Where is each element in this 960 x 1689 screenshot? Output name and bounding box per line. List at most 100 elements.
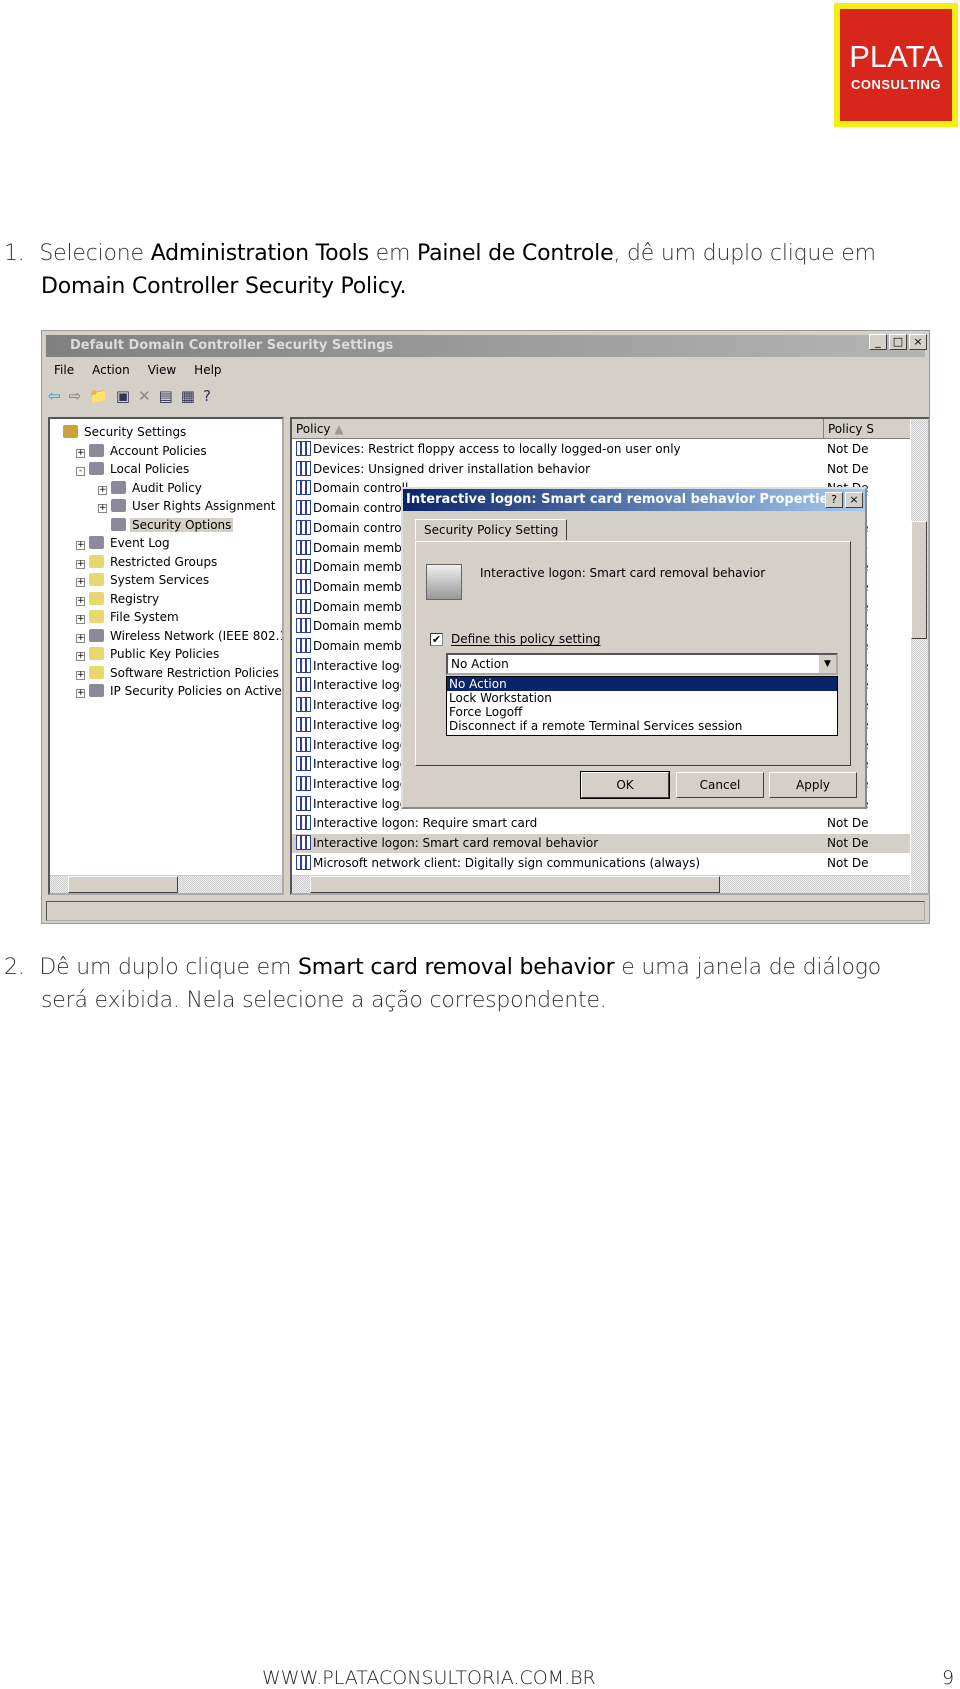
tree-item[interactable]: + Account Policies <box>76 442 209 460</box>
status-bar <box>46 901 925 921</box>
policy-row[interactable]: Devices: Unsigned driver installation be… <box>292 460 910 479</box>
policy-icon <box>296 677 311 693</box>
menu-file[interactable]: File <box>54 363 74 377</box>
policy-icon <box>296 618 311 634</box>
policy-icon <box>296 795 311 811</box>
expand-toggle[interactable]: + <box>76 448 85 458</box>
policy-icon <box>296 460 311 476</box>
cancel-button[interactable]: Cancel <box>676 772 764 798</box>
properties-dialog: Interactive logon: Smart card removal be… <box>401 487 867 809</box>
folder-icon <box>89 591 104 605</box>
help-icon[interactable]: ? <box>203 387 211 405</box>
folder-icon <box>89 610 104 623</box>
expand-toggle[interactable]: + <box>76 578 85 587</box>
policy-icon <box>89 684 104 697</box>
maximize-button[interactable]: □ <box>889 334 907 350</box>
policy-icon <box>296 519 311 535</box>
step-1-text: 1. Selecione Administration Tools em Pai… <box>4 241 876 299</box>
forward-icon[interactable]: ⇨ <box>69 387 82 405</box>
up-folder-icon[interactable]: 📁 <box>89 387 108 405</box>
policy-row[interactable]: Interactive logon: Smart card removal be… <box>292 834 910 853</box>
option-disconnect[interactable]: Disconnect if a remote Terminal Services… <box>447 719 837 733</box>
menu-view[interactable]: View <box>148 363 176 377</box>
tree-item[interactable]: +IP Security Policies on Active Dire <box>76 682 282 700</box>
expand-toggle[interactable]: + <box>76 652 85 661</box>
column-policy-setting[interactable]: Policy S <box>823 419 874 439</box>
policy-icon <box>296 441 311 456</box>
define-policy-label: Define this policy setting <box>451 632 601 646</box>
policy-row[interactable]: Devices: Restrict floppy access to local… <box>292 440 910 459</box>
dialog-close-button[interactable]: × <box>845 492 863 508</box>
menu-action[interactable]: Action <box>92 363 130 377</box>
policy-icon <box>296 559 311 575</box>
expand-toggle[interactable]: + <box>76 559 85 569</box>
tree-item[interactable]: + User Rights Assignment <box>98 497 277 515</box>
folder-icon <box>89 554 104 568</box>
properties-icon[interactable]: ▤ <box>159 387 173 405</box>
option-no-action[interactable]: No Action <box>447 677 837 691</box>
policy-icon <box>296 638 311 653</box>
policy-server-icon <box>426 564 462 600</box>
footer-url: WWW.PLATACONSULTORIA.COM.BR <box>262 1667 596 1689</box>
option-lock-workstation[interactable]: Lock Workstation <box>447 691 837 705</box>
step-2-text: 2. Dê um duplo clique em Smart card remo… <box>4 955 881 1013</box>
tree-item[interactable]: + Public Key Policies <box>76 645 221 663</box>
show-hide-tree-icon[interactable]: ▣ <box>116 387 130 405</box>
action-dropdown[interactable]: No Action ▼ <box>446 653 838 675</box>
list-vertical-scrollbar[interactable] <box>911 419 928 893</box>
policy-icon <box>296 775 311 791</box>
expand-toggle[interactable]: + <box>76 615 85 624</box>
folder-icon <box>89 665 104 679</box>
tree-item[interactable]: - Local Policies <box>76 460 191 478</box>
tree-item[interactable]: + Restricted Groups <box>76 553 219 571</box>
define-policy-checkbox[interactable]: ✔ <box>430 632 443 646</box>
close-button[interactable]: × <box>909 334 927 350</box>
apply-button[interactable]: Apply <box>769 772 857 798</box>
dropdown-arrow-icon[interactable]: ▼ <box>819 655 836 673</box>
policy-icon <box>296 815 311 831</box>
policy-icon <box>296 736 311 752</box>
action-options-list: No Action Lock Workstation Force Logoff … <box>446 676 838 736</box>
delete-icon[interactable]: ✕ <box>138 387 151 405</box>
policy-icon <box>296 480 311 496</box>
policy-icon <box>296 854 311 870</box>
policy-icon <box>296 539 311 555</box>
policy-icon <box>111 480 126 494</box>
tree-item[interactable]: + Registry <box>76 590 161 608</box>
policy-row[interactable]: Microsoft network client: Digitally sign… <box>292 854 910 873</box>
expand-toggle[interactable]: + <box>76 689 85 698</box>
expand-toggle[interactable]: + <box>98 504 107 513</box>
tree-item[interactable]: Security Options <box>98 516 234 534</box>
column-policy[interactable]: Policy <box>292 422 331 436</box>
policy-icon <box>89 628 104 642</box>
tab-security-policy-setting[interactable]: Security Policy Setting <box>415 519 568 540</box>
ok-button[interactable]: OK <box>580 771 670 799</box>
minimize-button[interactable]: _ <box>869 334 887 350</box>
policy-icon <box>89 462 104 475</box>
tree-item[interactable]: +Wireless Network (IEEE 802.11) P <box>76 627 282 645</box>
expand-toggle[interactable]: - <box>76 467 85 476</box>
expand-toggle[interactable]: + <box>76 596 85 606</box>
list-horizontal-scrollbar[interactable] <box>292 875 910 893</box>
tree-item[interactable]: + System Services <box>76 571 211 589</box>
help-button[interactable]: ? <box>825 492 843 508</box>
policy-row[interactable]: Interactive logon: Require smart card Not… <box>292 814 910 833</box>
policy-icon <box>296 835 311 850</box>
policy-icon <box>296 578 311 594</box>
expand-toggle[interactable]: + <box>98 485 107 495</box>
tree-item[interactable]: + Event Log <box>76 534 172 552</box>
back-icon[interactable]: ⇦ <box>48 387 61 405</box>
option-force-logoff[interactable]: Force Logoff <box>447 705 837 719</box>
tree-item[interactable]: + Software Restriction Policies <box>76 664 281 682</box>
tree-item[interactable]: + Audit Policy <box>98 479 204 497</box>
expand-toggle[interactable]: + <box>76 670 85 680</box>
tree-horizontal-scrollbar[interactable] <box>50 875 282 893</box>
plata-consulting-logo: PLATA CONSULTING <box>834 3 958 127</box>
export-list-icon[interactable]: ▦ <box>181 387 195 405</box>
menu-help[interactable]: Help <box>194 363 221 377</box>
expand-toggle[interactable]: + <box>76 633 85 643</box>
tree-item[interactable]: + File System <box>76 608 181 626</box>
expand-toggle[interactable]: + <box>76 541 85 550</box>
policy-icon <box>296 500 311 516</box>
tree-item[interactable]: Security Settings <box>50 423 188 441</box>
